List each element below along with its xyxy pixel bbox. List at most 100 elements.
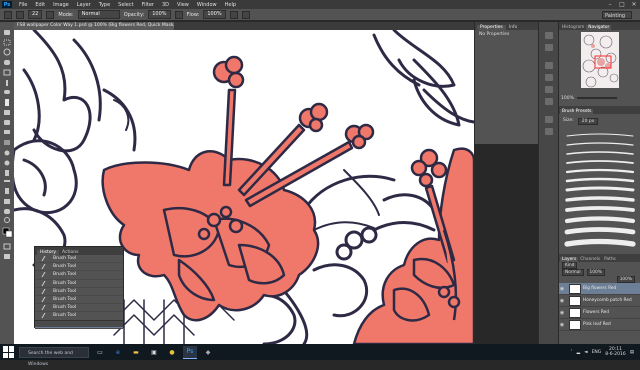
- close-button[interactable]: ✕: [628, 1, 640, 8]
- eyedropper-tool-icon: [6, 80, 8, 86]
- file-explorer-icon[interactable]: ▬: [129, 346, 143, 358]
- menu-filter[interactable]: Filter: [138, 2, 158, 8]
- menu-image[interactable]: Image: [49, 2, 73, 8]
- brush-icon: [41, 297, 52, 303]
- menu-file[interactable]: File: [15, 2, 31, 8]
- pressure-size-icon[interactable]: [241, 10, 250, 19]
- task-view-icon[interactable]: ▭: [93, 346, 107, 358]
- layers-panel: Layers Channels Paths Kind Normal 100% 1…: [559, 254, 640, 344]
- chrome-icon[interactable]: ●: [165, 346, 179, 358]
- network-icon[interactable]: ▂: [577, 350, 580, 355]
- mode-select[interactable]: Normal: [77, 10, 120, 19]
- brush-icon: [41, 256, 52, 262]
- tab-info[interactable]: Info: [506, 25, 521, 30]
- history-panel-tabs: History Actions: [35, 247, 123, 255]
- swatches-icon[interactable]: [545, 74, 553, 81]
- eye-icon[interactable]: ◉: [559, 322, 565, 328]
- history-item[interactable]: Brush Tool: [35, 263, 123, 272]
- layer-row[interactable]: ◉ Pink leaf Red: [559, 319, 640, 331]
- crop-tool-icon: [3, 69, 11, 76]
- history-icon[interactable]: [545, 32, 553, 39]
- color-icon[interactable]: [545, 62, 553, 69]
- app-icon[interactable]: ◆: [201, 346, 215, 358]
- brush-tool-preset-icon[interactable]: [4, 10, 12, 19]
- volume-icon[interactable]: ◄: [584, 350, 587, 355]
- layer-row[interactable]: ◉ Honeycomb patch Red: [559, 295, 640, 307]
- brush-icon: [41, 280, 52, 286]
- pressure-opacity-icon[interactable]: [174, 10, 183, 19]
- history-item[interactable]: Brush Tool: [35, 271, 123, 280]
- layer-fill-row: 100%: [559, 276, 640, 283]
- tray-arrow-icon[interactable]: ˄: [570, 350, 572, 355]
- tab-histogram[interactable]: Histogram: [560, 25, 586, 30]
- menu-layer[interactable]: Layer: [73, 2, 95, 8]
- healing-tool-icon: [4, 90, 10, 94]
- flow-field[interactable]: 100%: [203, 10, 226, 19]
- history-item[interactable]: Brush Tool: [35, 255, 123, 264]
- navigator-thumbnail[interactable]: [581, 32, 619, 88]
- layer-opacity-field[interactable]: 100%: [586, 269, 605, 276]
- layer-thumbnail: [569, 307, 581, 318]
- tab-brush-presets[interactable]: Brush Presets: [560, 109, 594, 114]
- store-icon[interactable]: ▣: [147, 346, 161, 358]
- history-item[interactable]: Brush Tool: [35, 280, 123, 288]
- menu-window[interactable]: Window: [193, 2, 221, 8]
- menu-help[interactable]: Help: [221, 2, 240, 8]
- document-tab[interactable]: FS8 wallpaper Color Way 1.psd @ 100% (Bi…: [14, 22, 174, 30]
- navigator-zoom-slider[interactable]: [576, 97, 617, 99]
- layer-row-selected[interactable]: ◉ Big flowers Red: [559, 283, 640, 295]
- brush-size-field[interactable]: 20 px: [577, 118, 599, 125]
- eye-icon[interactable]: ◉: [559, 310, 565, 316]
- tab-history[interactable]: History: [37, 250, 60, 255]
- navigator-zoom-value[interactable]: 100%: [561, 96, 574, 101]
- edge-browser-icon[interactable]: e: [111, 346, 125, 358]
- layer-kind-select[interactable]: Kind: [562, 262, 578, 269]
- brush-panel-toggle-icon[interactable]: [46, 10, 55, 19]
- marquee-tool-icon: [3, 39, 11, 46]
- layer-row[interactable]: ◉ Flowers Red: [559, 307, 640, 319]
- opacity-field[interactable]: 100%: [148, 10, 171, 19]
- tab-channels[interactable]: Channels: [578, 257, 602, 262]
- tab-navigator[interactable]: Navigator: [586, 25, 612, 30]
- maximize-button[interactable]: □: [616, 1, 628, 8]
- menu-type[interactable]: Type: [95, 2, 114, 8]
- menu-select[interactable]: Select: [114, 2, 137, 8]
- photoshop-taskbar-icon[interactable]: Ps: [183, 345, 197, 359]
- menu-edit[interactable]: Edit: [31, 2, 49, 8]
- brush-icon[interactable]: [545, 116, 553, 123]
- blend-mode-select[interactable]: Normal: [562, 269, 584, 276]
- workspace-select[interactable]: Painting: [602, 11, 632, 19]
- eraser-tool-icon: [4, 130, 10, 134]
- history-item[interactable]: Brush Tool: [35, 304, 123, 313]
- brush-stroke-previews[interactable]: [559, 128, 640, 258]
- brush-tool-icon: [5, 99, 9, 106]
- shape-tool-icon: [4, 199, 10, 204]
- language-indicator[interactable]: ENG: [592, 350, 602, 355]
- windows-start-icon[interactable]: [3, 346, 15, 358]
- eye-icon[interactable]: ◉: [559, 286, 565, 292]
- styles-icon[interactable]: [545, 98, 553, 105]
- airbrush-icon[interactable]: [229, 10, 238, 19]
- actions-icon[interactable]: [545, 44, 553, 51]
- history-item[interactable]: Brush Tool: [35, 296, 123, 305]
- tab-paths[interactable]: Paths: [602, 257, 618, 262]
- taskbar-search-input[interactable]: Search the web and Windows: [19, 346, 89, 367]
- menu-view[interactable]: View: [173, 2, 193, 8]
- menu-3d[interactable]: 3D: [158, 2, 173, 8]
- pen-tool-icon: [5, 170, 9, 176]
- move-tool-icon: [4, 30, 10, 35]
- screen-mode-icon: [4, 254, 10, 259]
- eye-icon[interactable]: ◉: [559, 298, 565, 304]
- clone-source-icon[interactable]: [545, 128, 553, 135]
- tab-properties[interactable]: Properties: [477, 25, 506, 30]
- brush-picker-icon[interactable]: [16, 10, 24, 19]
- history-item[interactable]: Brush Tool: [35, 288, 123, 296]
- right-panels: Histogram Navigator 100% Brush Presets S…: [558, 22, 640, 344]
- clock[interactable]: 20:11 8-6-2016: [605, 347, 625, 357]
- adjustments-icon[interactable]: [545, 86, 553, 93]
- tab-actions[interactable]: Actions: [59, 250, 81, 255]
- notifications-icon[interactable]: ▤: [630, 350, 634, 355]
- brush-size-value[interactable]: 22: [28, 10, 43, 19]
- layer-fill-field[interactable]: 100%: [616, 276, 635, 283]
- minimize-button[interactable]: –: [604, 1, 616, 8]
